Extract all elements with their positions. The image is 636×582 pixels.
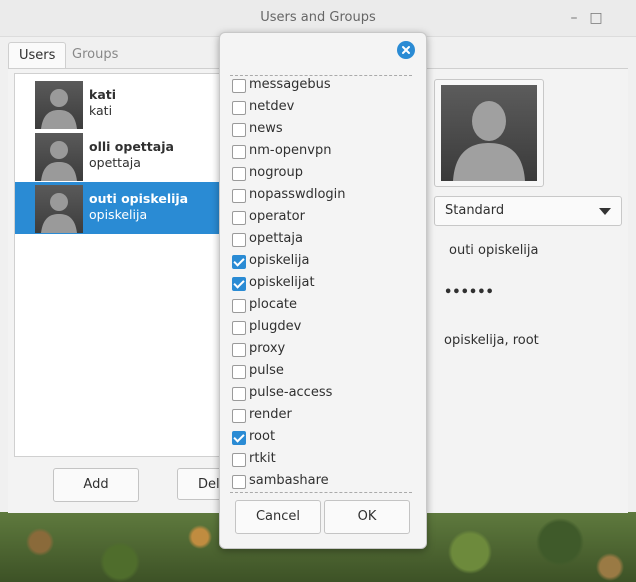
checkbox[interactable] xyxy=(232,167,246,181)
checkbox[interactable] xyxy=(232,343,246,357)
user-picture-button[interactable] xyxy=(434,79,544,187)
checkbox[interactable] xyxy=(232,233,246,247)
add-button[interactable]: Add xyxy=(53,468,139,502)
checkbox[interactable] xyxy=(232,189,246,203)
group-label: nopasswdlogin xyxy=(249,187,346,202)
group-label: nogroup xyxy=(249,165,303,180)
avatar-icon xyxy=(35,81,83,129)
checkbox[interactable] xyxy=(232,321,246,335)
account-type-value: Standard xyxy=(445,203,505,218)
user-login: opettaja xyxy=(89,155,141,170)
checkbox[interactable] xyxy=(232,255,246,269)
group-label: root xyxy=(249,429,276,444)
group-label: pulse-access xyxy=(249,385,333,400)
full-name-value[interactable]: outi opiskelija xyxy=(449,243,539,258)
checkbox[interactable] xyxy=(232,211,246,225)
user-row-olli-opettaja[interactable]: olli opettaja opettaja xyxy=(15,130,237,182)
chevron-down-icon xyxy=(599,208,611,215)
group-label: plugdev xyxy=(249,319,302,334)
group-label: render xyxy=(249,407,292,422)
minimize-icon[interactable]: – xyxy=(564,8,584,28)
user-name: olli opettaja xyxy=(89,139,174,154)
checkbox[interactable] xyxy=(232,145,246,159)
group-label: opiskelijat xyxy=(249,275,315,290)
checkbox[interactable] xyxy=(232,79,246,93)
group-label: messagebus xyxy=(249,77,331,92)
user-login: kati xyxy=(89,103,113,118)
checkbox[interactable] xyxy=(232,365,246,379)
user-name: outi opiskelija xyxy=(89,191,189,206)
group-label: netdev xyxy=(249,99,295,114)
group-label: pulse xyxy=(249,363,284,378)
group-label: plocate xyxy=(249,297,298,312)
user-name: kati xyxy=(89,87,117,102)
group-label: news xyxy=(249,121,283,136)
group-label: opettaja xyxy=(249,231,303,246)
close-icon[interactable] xyxy=(397,41,415,59)
scroll-bottom-divider xyxy=(230,492,412,493)
group-label: proxy xyxy=(249,341,286,356)
group-label: operator xyxy=(249,209,305,224)
user-row-kati[interactable]: kati kati xyxy=(15,78,237,130)
checkbox[interactable] xyxy=(232,123,246,137)
checkbox[interactable] xyxy=(232,101,246,115)
group-label: nm-openvpn xyxy=(249,143,332,158)
checkbox[interactable] xyxy=(232,277,246,291)
user-list[interactable]: kati kati olli opettaja opettaja outi op… xyxy=(14,73,238,457)
checkbox[interactable] xyxy=(232,299,246,313)
group-label: sambashare xyxy=(249,473,329,488)
checkbox[interactable] xyxy=(232,409,246,423)
avatar-icon xyxy=(35,185,83,233)
user-login: opiskelija xyxy=(89,207,148,222)
ok-button[interactable]: OK xyxy=(324,500,410,534)
checkbox[interactable] xyxy=(232,387,246,401)
scroll-top-divider xyxy=(230,75,412,76)
window-title: Users and Groups xyxy=(260,10,376,25)
maximize-icon[interactable]: □ xyxy=(586,8,606,28)
group-label: rtkit xyxy=(249,451,276,466)
checkbox[interactable] xyxy=(232,431,246,445)
avatar-icon xyxy=(441,85,537,181)
user-row-outi-opiskelija[interactable]: outi opiskelija opiskelija xyxy=(15,182,237,234)
avatar-icon xyxy=(35,133,83,181)
password-value[interactable]: •••••• xyxy=(444,285,494,300)
groups-value[interactable]: opiskelija, root xyxy=(444,333,539,348)
checkbox[interactable] xyxy=(232,475,246,489)
group-label: opiskelija xyxy=(249,253,310,268)
group-selection-dialog: messagebus netdev news nm-openvpn nogrou… xyxy=(219,32,427,549)
account-type-select[interactable]: Standard xyxy=(434,196,622,226)
tab-users[interactable]: Users xyxy=(8,42,67,69)
checkbox[interactable] xyxy=(232,453,246,467)
tab-groups[interactable]: Groups xyxy=(62,42,128,68)
cancel-button[interactable]: Cancel xyxy=(235,500,321,534)
